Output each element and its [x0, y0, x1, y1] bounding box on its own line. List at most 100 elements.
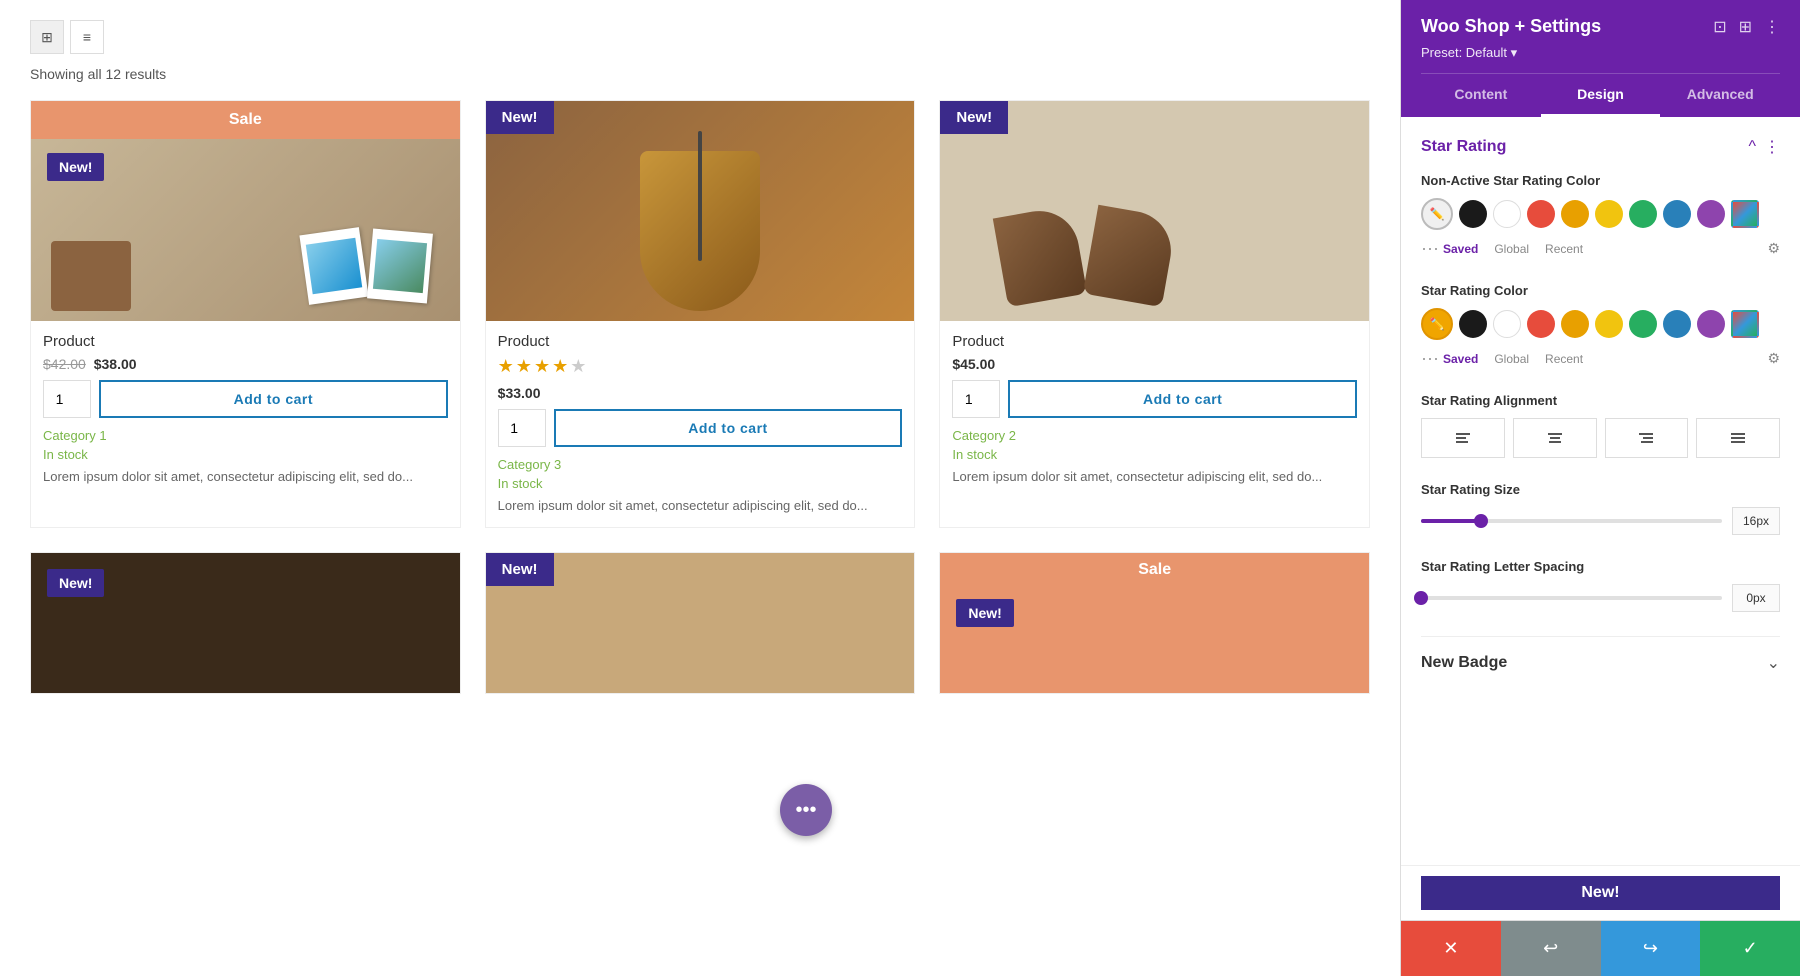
size-value[interactable]: 16px — [1732, 507, 1780, 535]
tab-content[interactable]: Content — [1421, 74, 1541, 117]
color-tab-global-2[interactable]: Global — [1494, 352, 1529, 366]
list-view-button[interactable]: ≡ — [70, 20, 104, 54]
align-right-button[interactable] — [1605, 418, 1689, 458]
add-to-cart-button[interactable]: Add to cart — [99, 380, 448, 418]
non-active-color-row: ✏️ — [1421, 198, 1780, 230]
price-new: $45.00 — [952, 356, 995, 372]
letter-spacing-slider-track[interactable] — [1421, 596, 1722, 600]
category-link[interactable]: Category 1 — [43, 428, 448, 443]
new-badge-header[interactable]: New Badge ⌄ — [1421, 653, 1780, 673]
tab-advanced[interactable]: Advanced — [1660, 74, 1780, 117]
add-to-cart-button[interactable]: Add to cart — [554, 409, 903, 447]
color-swatch-gradient[interactable] — [1731, 200, 1759, 228]
cancel-button[interactable]: ✕ — [1401, 921, 1501, 976]
color-swatch-yellow[interactable] — [1595, 200, 1623, 228]
product-info: Product $42.00 $38.00 Add to cart Catego… — [31, 321, 460, 498]
section-options[interactable]: ⋮ — [1764, 137, 1780, 157]
size-slider-thumb[interactable] — [1474, 514, 1488, 528]
tab-design[interactable]: Design — [1541, 74, 1661, 117]
color-swatch-red[interactable] — [1527, 310, 1555, 338]
product-price: $33.00 — [498, 385, 903, 401]
new-badge-preview: New! — [1421, 876, 1780, 910]
color-swatch-gradient[interactable] — [1731, 310, 1759, 338]
align-justify-button[interactable] — [1696, 418, 1780, 458]
product-image: New! — [940, 101, 1369, 321]
panel-title: Woo Shop + Settings — [1421, 16, 1601, 37]
category-link[interactable]: Category 3 — [498, 457, 903, 472]
active-color-picker[interactable]: ✏️ — [1421, 308, 1453, 340]
settings-panel: Woo Shop + Settings ⊡ ⊞ ⋮ Preset: Defaul… — [1400, 0, 1800, 976]
undo-button[interactable]: ↩ — [1501, 921, 1601, 976]
color-swatch-orange[interactable] — [1561, 200, 1589, 228]
sale-banner: Sale — [31, 101, 460, 139]
panel-icon-layout[interactable]: ⊞ — [1739, 17, 1752, 37]
product-description: Lorem ipsum dolor sit amet, consectetur … — [43, 468, 448, 486]
pencil-icon: ✏️ — [1430, 317, 1445, 331]
in-stock-label: In stock — [952, 447, 1357, 462]
color-swatch-white[interactable] — [1493, 310, 1521, 338]
color-swatch-blue[interactable] — [1663, 310, 1691, 338]
color-swatch-green[interactable] — [1629, 310, 1657, 338]
star-filled: ★ — [552, 356, 568, 377]
color-swatch-black[interactable] — [1459, 200, 1487, 228]
letter-spacing-slider-row: 0px — [1421, 584, 1780, 612]
star-filled: ★ — [498, 356, 514, 377]
align-left-button[interactable] — [1421, 418, 1505, 458]
preset-label[interactable]: Preset: Default ▾ — [1421, 45, 1780, 61]
panel-title-row: Woo Shop + Settings ⊡ ⊞ ⋮ — [1421, 16, 1780, 37]
non-active-color-picker[interactable]: ✏️ — [1421, 198, 1453, 230]
product-image: Sale New! — [940, 553, 1369, 693]
new-badge-preview-bar: New! — [1401, 865, 1800, 920]
color-swatch-purple[interactable] — [1697, 310, 1725, 338]
size-slider-track[interactable] — [1421, 519, 1722, 523]
color-swatch-red[interactable] — [1527, 200, 1555, 228]
star-filled: ★ — [516, 356, 532, 377]
redo-button[interactable]: ↪ — [1601, 921, 1701, 976]
color-tab-global[interactable]: Global — [1494, 242, 1529, 256]
grid-view-button[interactable]: ⊞ — [30, 20, 64, 54]
color-swatch-black[interactable] — [1459, 310, 1487, 338]
price-new: $38.00 — [94, 356, 137, 372]
product-name: Product — [952, 333, 1357, 350]
letter-spacing-value[interactable]: 0px — [1732, 584, 1780, 612]
new-badge-chevron[interactable]: ⌄ — [1767, 653, 1780, 673]
new-badge: New! — [956, 599, 1013, 627]
in-stock-label: In stock — [43, 447, 448, 462]
action-bar: ✕ ↩ ↪ ✓ — [1401, 920, 1800, 976]
category-link[interactable]: Category 2 — [952, 428, 1357, 443]
color-more-dots[interactable]: ··· — [1421, 348, 1439, 369]
pencil-icon: ✏️ — [1430, 207, 1445, 221]
color-swatch-orange[interactable] — [1561, 310, 1589, 338]
new-badge: New! — [47, 153, 104, 181]
quantity-input[interactable] — [498, 409, 546, 447]
star-rating: ★ ★ ★ ★ ★ — [498, 356, 903, 377]
color-tab-saved-2[interactable]: Saved — [1443, 352, 1478, 366]
color-swatch-purple[interactable] — [1697, 200, 1725, 228]
fab-button[interactable]: ••• — [780, 784, 832, 836]
new-badge-section: New Badge ⌄ — [1421, 636, 1780, 673]
panel-icon-more[interactable]: ⋮ — [1764, 17, 1780, 37]
product-area: ⊞ ≡ Showing all 12 results Sale — [0, 0, 1400, 976]
align-center-button[interactable] — [1513, 418, 1597, 458]
color-tab-recent-2[interactable]: Recent — [1545, 352, 1583, 366]
add-to-cart-button[interactable]: Add to cart — [1008, 380, 1357, 418]
color-tab-saved[interactable]: Saved — [1443, 242, 1478, 256]
section-chevron-up[interactable]: ^ — [1748, 138, 1756, 156]
color-more-dots[interactable]: ··· — [1421, 238, 1439, 259]
color-swatch-white[interactable] — [1493, 200, 1521, 228]
letter-spacing-slider-thumb[interactable] — [1414, 591, 1428, 605]
view-toggle: ⊞ ≡ — [30, 20, 1370, 54]
color-swatch-blue[interactable] — [1663, 200, 1691, 228]
color-settings-gear[interactable]: ⚙ — [1767, 240, 1780, 257]
align-right-icon — [1638, 430, 1654, 446]
product-card: New! Product $45.00 Add to cart Category… — [939, 100, 1370, 528]
color-tab-recent[interactable]: Recent — [1545, 242, 1583, 256]
color-swatch-green[interactable] — [1629, 200, 1657, 228]
size-slider-row: 16px — [1421, 507, 1780, 535]
panel-icon-crop[interactable]: ⊡ — [1713, 17, 1726, 37]
quantity-input[interactable] — [952, 380, 1000, 418]
save-button[interactable]: ✓ — [1700, 921, 1800, 976]
quantity-input[interactable] — [43, 380, 91, 418]
color-swatch-yellow[interactable] — [1595, 310, 1623, 338]
color-settings-gear-2[interactable]: ⚙ — [1767, 350, 1780, 367]
